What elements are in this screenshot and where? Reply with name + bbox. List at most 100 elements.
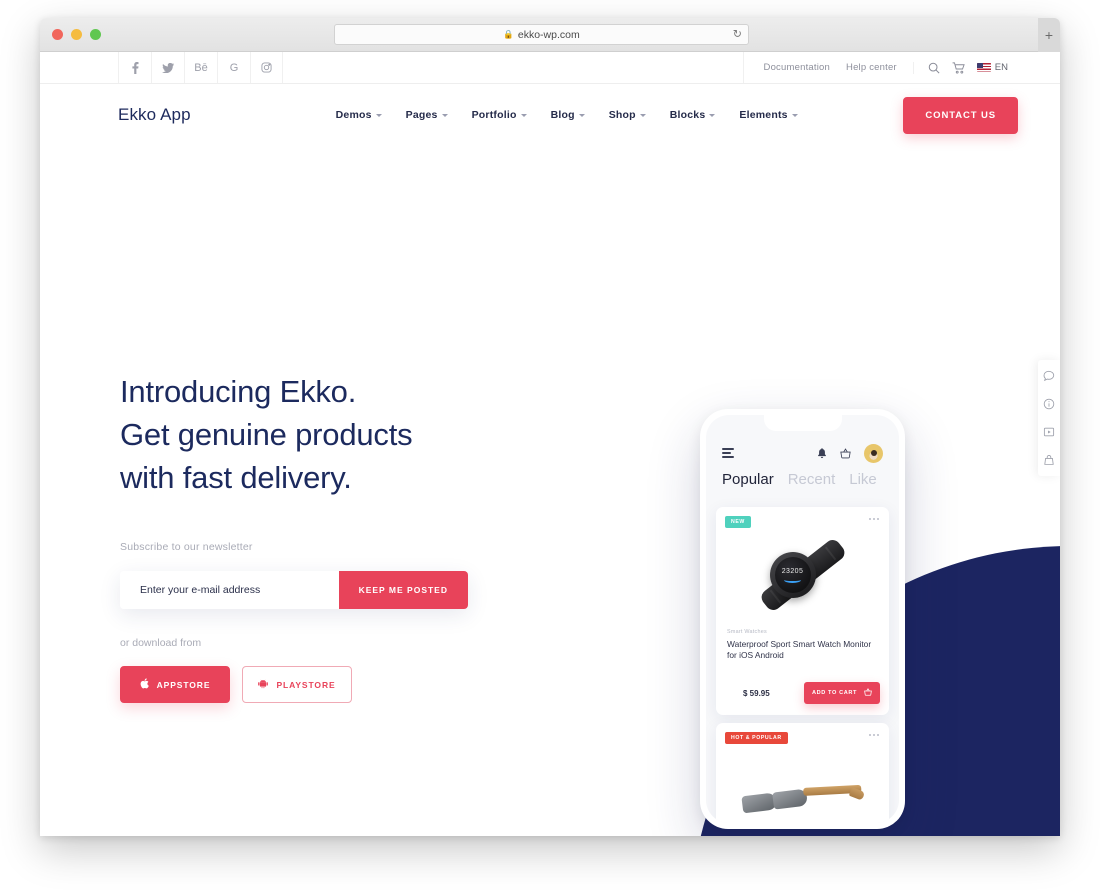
chevron-down-icon: [578, 113, 585, 117]
chevron-down-icon: [441, 113, 448, 117]
close-window-button[interactable]: [52, 29, 63, 40]
smartwatch-image: 23205: [716, 529, 889, 621]
basket-icon[interactable]: [840, 447, 851, 459]
hamburger-menu-icon[interactable]: [722, 448, 734, 458]
browser-window: 🔒 ekko-wp.com ↻ + Bē G Documentation Hel…: [40, 18, 1060, 836]
website-page: Bē G Documentation Help center EN Ekko A…: [40, 52, 1060, 836]
documentation-link[interactable]: Documentation: [756, 62, 839, 73]
headline-line-3: with fast delivery.: [120, 459, 352, 495]
language-selector[interactable]: EN: [976, 62, 1008, 73]
phone-screen: Popular Recent Like NEW 23205 Smart Watc…: [706, 415, 899, 823]
chevron-down-icon: [709, 113, 716, 117]
playstore-button[interactable]: PLAYSTORE: [242, 666, 352, 704]
tab-recent[interactable]: Recent: [788, 471, 836, 488]
behance-icon[interactable]: Bē: [184, 52, 217, 83]
new-tab-button[interactable]: +: [1038, 18, 1060, 52]
video-play-icon[interactable]: [1043, 426, 1055, 438]
playstore-label: PLAYSTORE: [276, 679, 336, 690]
nav-label: Blocks: [669, 109, 706, 121]
product-title: Waterproof Sport Smart Watch Monitor for…: [727, 639, 872, 661]
help-center-link[interactable]: Help center: [838, 62, 905, 73]
product-card[interactable]: NEW 23205 Smart Watches Waterproof Sport…: [716, 507, 889, 715]
add-to-cart-button[interactable]: ADD TO CART: [803, 682, 880, 704]
instagram-icon[interactable]: [250, 52, 283, 83]
google-icon[interactable]: G: [217, 52, 250, 83]
app-topbar: [706, 441, 899, 465]
product-footer: $ 59.95 ADD TO CART: [727, 682, 880, 704]
window-traffic-lights: [52, 29, 101, 40]
status-badge: NEW: [725, 516, 751, 528]
tab-popular[interactable]: Popular: [722, 471, 774, 488]
shopping-bag-icon[interactable]: [1043, 454, 1055, 466]
app-tabs: Popular Recent Like: [722, 471, 899, 488]
nav-item-demos[interactable]: Demos: [336, 109, 382, 121]
email-input[interactable]: [120, 571, 339, 610]
nav-label: Blog: [550, 109, 575, 121]
nav-item-blocks[interactable]: Blocks: [670, 109, 716, 121]
watch-display-value: 23205: [781, 567, 804, 575]
info-circle-icon[interactable]: [1043, 398, 1055, 410]
user-avatar[interactable]: [864, 443, 883, 463]
tab-liked[interactable]: Like: [849, 471, 877, 488]
nav-item-portfolio[interactable]: Portfolio: [472, 109, 527, 121]
chevron-down-icon: [375, 113, 382, 117]
topbar-right-group: Documentation Help center EN: [742, 52, 1018, 83]
topbar-icon-group: EN: [912, 61, 1008, 74]
address-bar[interactable]: 🔒 ekko-wp.com ↻: [334, 24, 749, 45]
search-icon[interactable]: [928, 62, 940, 74]
appstore-label: APPSTORE: [156, 679, 211, 690]
headline-line-2: Get genuine products: [120, 416, 413, 452]
page-title: Introducing Ekko. Get genuine products w…: [120, 371, 590, 499]
glasses-temple-tip: [848, 787, 865, 801]
keep-me-posted-button[interactable]: KEEP ME POSTED: [338, 571, 468, 610]
basket-icon: [864, 688, 872, 698]
product-meta: Smart Watches Waterproof Sport Smart Wat…: [727, 629, 878, 662]
cart-icon[interactable]: [952, 61, 965, 74]
utility-topbar: Bē G Documentation Help center EN: [40, 52, 1060, 84]
nav-links: Demos Pages Portfolio Blog Shop Blocks E…: [336, 109, 798, 121]
nav-label: Demos: [335, 109, 372, 121]
contact-us-button[interactable]: CONTACT US: [903, 97, 1018, 134]
chat-bubble-icon[interactable]: [1043, 370, 1055, 382]
hero-section: Introducing Ekko. Get genuine products w…: [40, 146, 1060, 836]
product-price: $ 59.95: [743, 688, 770, 698]
us-flag-icon: [976, 63, 991, 72]
minimize-window-button[interactable]: [71, 29, 82, 40]
watch-arc-graphic: [784, 577, 801, 583]
chevron-down-icon: [791, 113, 798, 117]
reload-icon[interactable]: ↻: [733, 29, 742, 40]
maximize-window-button[interactable]: [90, 29, 101, 40]
nav-item-shop[interactable]: Shop: [609, 109, 646, 121]
right-lens: [771, 788, 808, 810]
wooden-sunglasses-image: [740, 778, 865, 819]
nav-item-elements[interactable]: Elements: [739, 109, 798, 121]
appstore-button[interactable]: APPSTORE: [120, 666, 230, 704]
twitter-icon[interactable]: [151, 52, 184, 83]
nav-label: Pages: [405, 109, 438, 121]
add-to-cart-label: ADD TO CART: [811, 690, 857, 696]
product-card[interactable]: HOT & POPULAR: [716, 723, 889, 823]
apple-icon: [140, 678, 149, 691]
product-category: Smart Watches: [727, 629, 767, 635]
headline-line-1: Introducing Ekko.: [120, 374, 357, 409]
store-buttons: APPSTORE PLAYSTORE: [120, 666, 590, 704]
left-lens: [740, 792, 777, 814]
floating-tool-rail: [1038, 360, 1060, 476]
newsletter-label: Subscribe to our newsletter: [120, 541, 253, 554]
more-options-icon[interactable]: [869, 734, 879, 736]
nav-item-pages[interactable]: Pages: [406, 109, 448, 121]
newsletter-form: KEEP ME POSTED: [120, 571, 468, 610]
language-label: EN: [994, 62, 1008, 73]
phone-notch: [763, 415, 842, 431]
nav-label: Shop: [608, 109, 636, 121]
site-logo[interactable]: Ekko App: [118, 105, 191, 125]
bell-icon[interactable]: [817, 447, 827, 459]
more-options-icon[interactable]: [869, 518, 879, 520]
facebook-icon[interactable]: [118, 52, 151, 83]
phone-mockup: Popular Recent Like NEW 23205 Smart Watc…: [700, 409, 905, 829]
main-navigation: Ekko App Demos Pages Portfolio Blog Shop…: [40, 84, 1060, 146]
nav-item-blog[interactable]: Blog: [551, 109, 585, 121]
watch-face: 23205: [774, 557, 811, 593]
hero-copy: Introducing Ekko. Get genuine products w…: [120, 371, 590, 704]
